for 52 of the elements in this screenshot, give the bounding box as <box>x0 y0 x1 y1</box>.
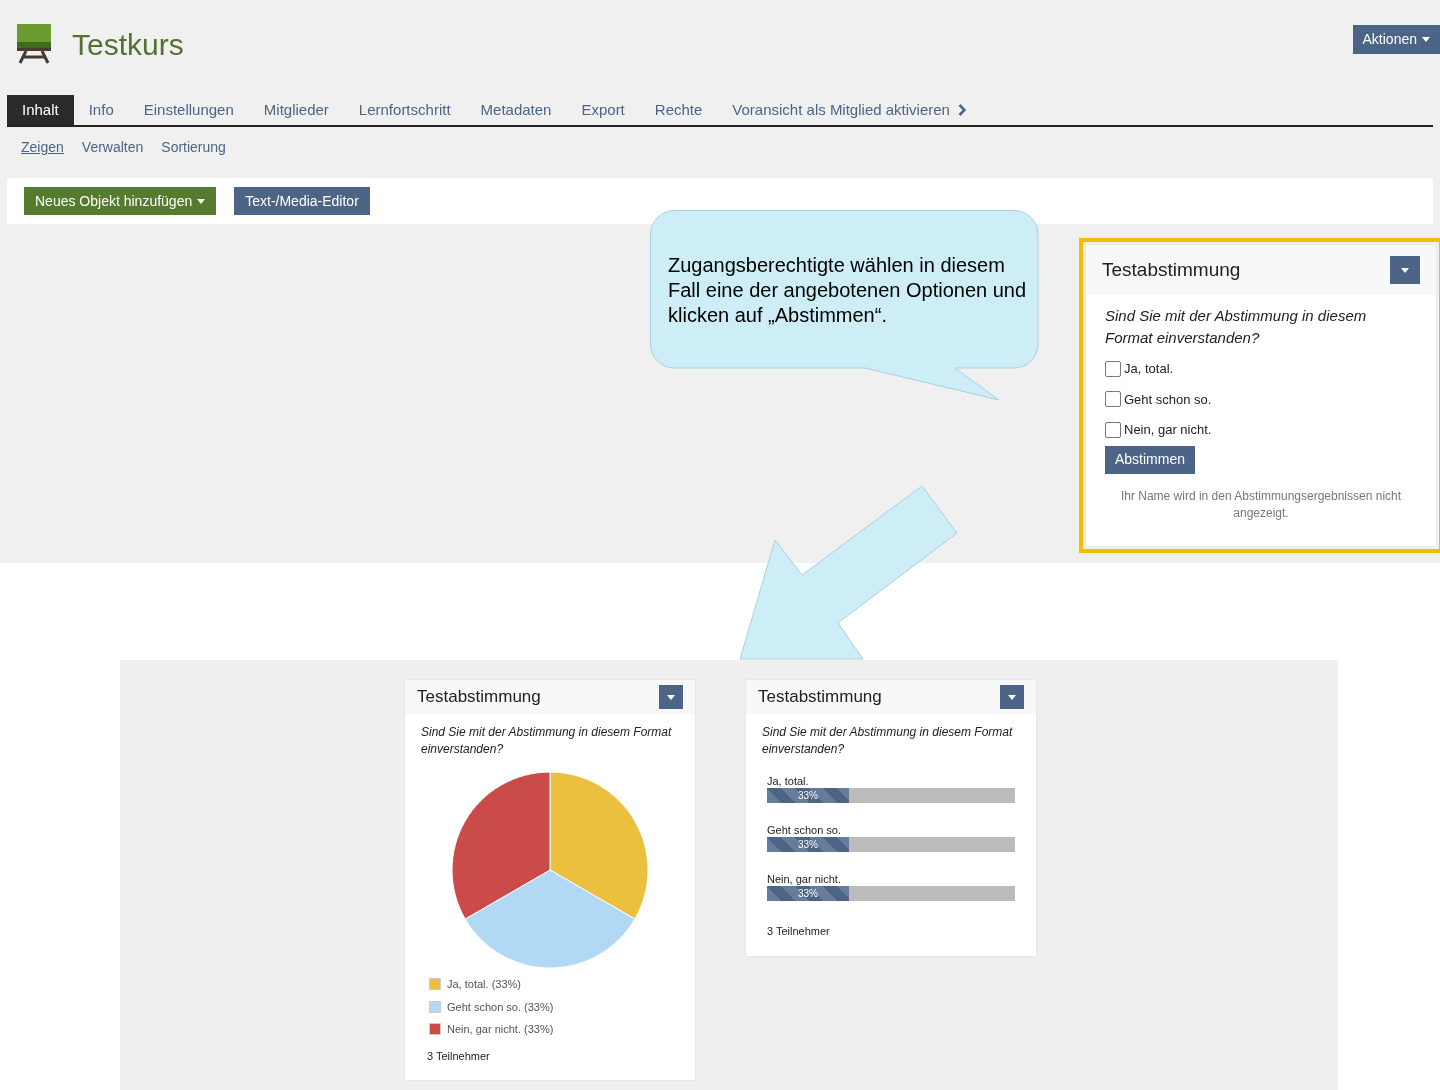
chevron-right-icon <box>957 104 966 116</box>
tab[interactable]: Info <box>73 95 129 125</box>
poll-question: Sind Sie mit der Abstimmung in diesem Format einverstanden? <box>421 724 673 758</box>
actions-button[interactable]: Aktionen <box>1352 25 1440 54</box>
subtab-link[interactable]: Zeigen <box>21 137 64 158</box>
tab[interactable]: Voransicht als Mitglied aktivieren <box>717 95 981 125</box>
tab[interactable]: Metadaten <box>465 95 567 125</box>
tab[interactable]: Lernfortschritt <box>343 95 466 125</box>
option-label: Geht schon so. <box>767 823 842 837</box>
card-title: Testabstimmung <box>417 686 541 709</box>
progress-reading: 33% <box>797 790 818 801</box>
tab[interactable]: Export <box>566 95 640 125</box>
progress-reading: 33% <box>797 839 818 850</box>
subtab-link[interactable]: Sortierung <box>161 137 226 158</box>
dropdown-button[interactable] <box>659 685 683 709</box>
tab[interactable]: Einstellungen <box>128 95 249 125</box>
subtab-link[interactable]: Verwalten <box>81 137 144 158</box>
legend-label: Ja, total. (33%) <box>447 977 521 992</box>
legend-label: Geht schon so. (33%) <box>447 999 554 1015</box>
callout-text: Zugangsberechtigte wählen in diesem Fall eine der angebotenen Optionen und klicken auf „Abstimmen“. <box>668 253 1028 328</box>
card-title: Testabstimmung <box>758 686 882 709</box>
privacy-note: Ihr Name wird in den Abstimmungsergebnissen nicht angezeigt. <box>1119 487 1403 522</box>
course-title: Testkurs <box>72 26 184 63</box>
course-board-icon <box>16 24 52 64</box>
option-label: Ja, total. <box>767 774 810 788</box>
poll-question: Sind Sie mit der Abstimmung in diesem Format einverstanden? <box>1105 306 1368 348</box>
vote-button[interactable]: Abstimmen <box>1105 445 1196 474</box>
poll-question: Sind Sie mit der Abstimmung in diesem Format einverstanden? <box>762 724 1014 758</box>
option-label: Ja, total. <box>1124 360 1174 378</box>
caret-icon <box>197 198 206 204</box>
toolbar-button[interactable]: Neues Objekt hinzufügen <box>24 187 217 215</box>
participant-count: 3 Teilnehmer <box>426 1048 491 1064</box>
toolbar-button[interactable]: Text-/Media-Editor <box>234 187 370 215</box>
checkbox[interactable] <box>1105 360 1121 377</box>
tab[interactable]: Inhalt <box>7 95 74 125</box>
option-label: Geht schon so. <box>1124 390 1212 409</box>
tab[interactable]: Rechte <box>639 95 718 125</box>
legend-label: Nein, gar nicht. (33%) <box>447 1022 554 1037</box>
participant-count: 3 Teilnehmer <box>766 924 831 939</box>
dropdown-button[interactable] <box>1000 685 1024 709</box>
checkbox[interactable] <box>1105 421 1121 438</box>
caret-icon <box>1401 267 1409 273</box>
caret-icon <box>1422 37 1430 42</box>
caret-icon <box>1008 694 1016 700</box>
dropdown-button[interactable] <box>1390 256 1420 284</box>
option-label: Nein, gar nicht. <box>767 872 842 886</box>
checkbox[interactable] <box>1105 391 1121 408</box>
caret-icon <box>667 694 675 700</box>
option-label: Nein, gar nicht. <box>1124 421 1212 439</box>
card-title: Testabstimmung <box>1102 257 1241 282</box>
progress-reading: 33% <box>797 888 818 899</box>
tab[interactable]: Mitglieder <box>248 95 344 125</box>
